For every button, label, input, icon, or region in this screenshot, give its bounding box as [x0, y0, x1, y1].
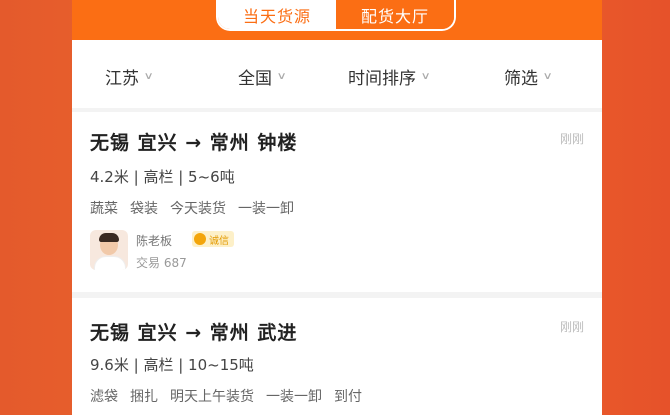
- route-title: 无锡 宜兴 → 常州 钟楼: [90, 132, 298, 154]
- tag: 今天装货: [170, 201, 226, 217]
- tab-today-cargo[interactable]: 当天货源: [218, 0, 336, 29]
- tag: 蔬菜: [90, 201, 118, 217]
- cargo-card[interactable]: 无锡 宜兴 → 常州 武进 刚刚 9.6米 | 高栏 | 10~15吨 滤袋 捆…: [72, 298, 602, 415]
- tag: 到付: [334, 389, 362, 405]
- top-bar: 当天货源 配货大厅: [72, 0, 602, 40]
- chevron-down-icon: ∨: [420, 71, 431, 82]
- post-time: 刚刚: [559, 132, 584, 146]
- phone-screen: 当天货源 配货大厅 江苏 ∨ 全国 ∨ 时间排序 ∨ 筛选 ∨ 无锡 宜兴 → …: [72, 0, 602, 415]
- filter-province-label: 江苏: [105, 69, 139, 89]
- tab-dispatch-hall[interactable]: 配货大厅: [336, 0, 454, 29]
- chevron-down-icon: ∨: [276, 71, 287, 82]
- filter-destination[interactable]: 全国 ∨: [238, 64, 287, 89]
- filter-sort[interactable]: 时间排序 ∨: [348, 64, 431, 89]
- filter-screen-label: 筛选: [504, 69, 538, 89]
- tag: 明天上午装货: [170, 389, 254, 405]
- segmented-control: 当天货源 配货大厅: [216, 0, 456, 31]
- tag: 捆扎: [130, 389, 158, 405]
- trade-count: 交易 687: [136, 256, 187, 270]
- filter-province[interactable]: 江苏 ∨: [105, 64, 154, 89]
- post-time: 刚刚: [559, 320, 584, 334]
- tag: 袋装: [130, 201, 158, 217]
- tag: 一装一卸: [238, 201, 294, 217]
- owner-name: 陈老板: [136, 234, 173, 248]
- avatar[interactable]: [90, 230, 128, 270]
- route-title: 无锡 宜兴 → 常州 武进: [90, 322, 298, 344]
- medal-icon: [194, 233, 206, 245]
- filter-sort-label: 时间排序: [348, 69, 416, 89]
- chevron-down-icon: ∨: [542, 71, 553, 82]
- filter-destination-label: 全国: [238, 69, 272, 89]
- vehicle-spec: 4.2米 | 高栏 | 5~6吨: [90, 168, 235, 186]
- badge-label: 诚信: [209, 235, 229, 247]
- chevron-down-icon: ∨: [143, 71, 154, 82]
- cargo-tags: 滤袋 捆扎 明天上午装货 一装一卸 到付: [90, 386, 362, 406]
- filter-bar: 江苏 ∨ 全国 ∨ 时间排序 ∨ 筛选 ∨: [72, 40, 602, 108]
- vehicle-spec: 9.6米 | 高栏 | 10~15吨: [90, 356, 254, 374]
- filter-screen[interactable]: 筛选 ∨: [504, 64, 553, 89]
- tag: 滤袋: [90, 389, 118, 405]
- cargo-card[interactable]: 无锡 宜兴 → 常州 钟楼 刚刚 4.2米 | 高栏 | 5~6吨 蔬菜 袋装 …: [72, 112, 602, 292]
- tag: 一装一卸: [266, 389, 322, 405]
- cargo-tags: 蔬菜 袋装 今天装货 一装一卸: [90, 198, 294, 218]
- verified-badge: 诚信: [192, 231, 234, 247]
